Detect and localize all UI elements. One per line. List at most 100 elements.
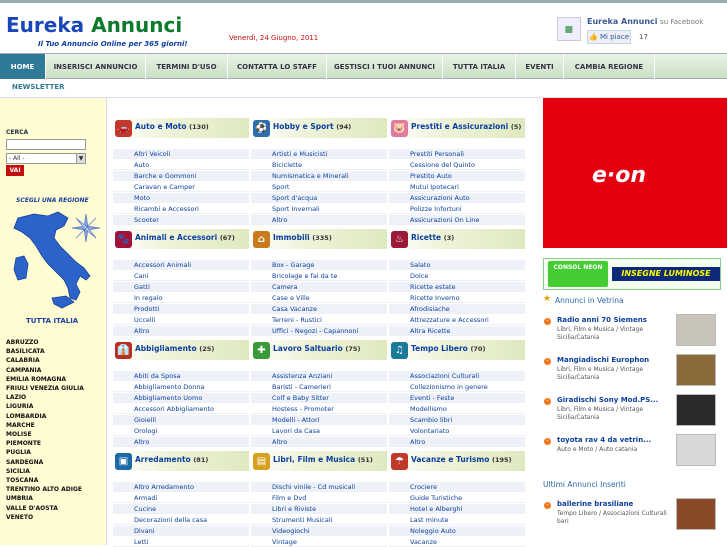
category-title[interactable]: Abbigliamento (25) <box>135 344 214 353</box>
region-link[interactable]: LIGURIA <box>6 403 33 410</box>
subcategory-link[interactable]: Moto <box>113 193 249 203</box>
subcategory-link[interactable]: Modelli - Attori <box>251 415 387 425</box>
subcategory-link[interactable]: Gatti <box>113 282 249 292</box>
vetrina-item-title[interactable]: Giradischi Sony Mod.PS... <box>557 396 658 404</box>
nav-inserisci-annuncio[interactable]: INSERISCI ANNUNCIO <box>46 54 146 80</box>
ultimi-item-title[interactable]: balleri​ne brasiliane <box>557 500 633 508</box>
subcategory-link[interactable]: In regalo <box>113 293 249 303</box>
subcategory-link[interactable]: Altro <box>251 437 387 447</box>
subcategory-link[interactable]: Artisti e Musicisti <box>251 149 387 159</box>
subcategory-link[interactable]: Terreni - Rustici <box>251 315 387 325</box>
category-title[interactable]: Arredamento (81) <box>135 455 208 464</box>
category-title[interactable]: Libri, Film e Musica (51) <box>273 455 373 464</box>
subcategory-link[interactable]: Casa Vacanze <box>251 304 387 314</box>
subcategory-link[interactable]: Abbigliamento Uomo <box>113 393 249 403</box>
nav-eventi[interactable]: EVENTI <box>516 54 564 80</box>
region-link[interactable]: UMBRIA <box>6 495 33 502</box>
category-select[interactable]: - All - ▼ <box>6 153 86 164</box>
subcategory-link[interactable]: Camera <box>251 282 387 292</box>
subcategory-link[interactable]: Scambio libri <box>389 415 525 425</box>
subcategory-link[interactable]: Crociere <box>389 482 525 492</box>
subcategory-link[interactable]: Biciclette <box>251 160 387 170</box>
eon-advertisement[interactable]: e·on <box>543 98 727 248</box>
subcategory-link[interactable]: Scooter <box>113 215 249 225</box>
tutta-italia-link[interactable]: TUTTA ITALIA <box>26 317 78 325</box>
subcategory-link[interactable]: Bricolage e fai da te <box>251 271 387 281</box>
category-title[interactable]: Ricette (3) <box>411 233 454 242</box>
region-link[interactable]: LAZIO <box>6 394 26 401</box>
ultimi-item[interactable]: › balleri​ne brasiliane Tempo Libero / Ass… <box>541 498 727 538</box>
category-header[interactable]: 🐾 Animali e Accessori (67) <box>113 229 249 249</box>
subcategory-link[interactable]: Salato <box>389 260 525 270</box>
vetrina-item[interactable]: › Radio anni 70 Siemens Libri, Film e Musi… <box>541 314 727 354</box>
subcategory-link[interactable]: Altro Arredamento <box>113 482 249 492</box>
subcategory-link[interactable]: Abiti da Sposa <box>113 371 249 381</box>
category-header[interactable]: ⚽ Hobby e Sport (94) <box>251 118 387 138</box>
subcategory-link[interactable]: Prestiti Personali <box>389 149 525 159</box>
subcategory-link[interactable]: Letti <box>113 537 249 547</box>
subcategory-link[interactable]: Prodotti <box>113 304 249 314</box>
italy-map[interactable] <box>4 206 102 312</box>
vetrina-item[interactable]: › Giradischi Sony Mod.PS... Libri, Film e … <box>541 394 727 434</box>
category-header[interactable]: 👔 Abbigliamento (25) <box>113 340 249 360</box>
ultimi-item-thumbnail[interactable] <box>676 498 716 530</box>
insegne-advertisement[interactable]: CONSOL NEON INSEGNE LUMINOSE <box>543 258 721 290</box>
subcategory-link[interactable]: Hostess - Promoter <box>251 404 387 414</box>
category-header[interactable]: ✚ Lavoro Saltuario (75) <box>251 340 387 360</box>
category-header[interactable]: 🐷 Prestiti e Assicurazioni (5) <box>389 118 525 138</box>
subcategory-link[interactable]: Ricette estate <box>389 282 525 292</box>
subcategory-link[interactable]: Auto <box>113 160 249 170</box>
subcategory-link[interactable]: Noleggio Auto <box>389 526 525 536</box>
subcategory-link[interactable]: Vacanze <box>389 537 525 547</box>
subcategory-link[interactable]: Altra Ricette <box>389 326 525 336</box>
subcategory-link[interactable]: Guide Turistiche <box>389 493 525 503</box>
nav-contatta-staff[interactable]: CONTATTA LO STAFF <box>228 54 327 80</box>
category-title[interactable]: Tempo Libero (70) <box>411 344 485 353</box>
vetrina-item-title[interactable]: toyota rav 4 da vetrin... <box>557 436 651 444</box>
subcategory-link[interactable]: Film e Dvd <box>251 493 387 503</box>
subcategory-link[interactable]: Strumenti Musicali <box>251 515 387 525</box>
search-button[interactable]: VAI <box>6 165 24 176</box>
facebook-page-icon[interactable]: ▪ <box>557 17 581 41</box>
subcategory-link[interactable]: Divani <box>113 526 249 536</box>
subcategory-link[interactable]: Ricette Inverno <box>389 293 525 303</box>
subcategory-link[interactable]: Uffici - Negozi - Capannoni <box>251 326 387 336</box>
category-title[interactable]: Immobili (335) <box>273 233 332 242</box>
subcategory-link[interactable]: Dischi vinile - Cd musicali <box>251 482 387 492</box>
facebook-page-link[interactable]: Eureka Annunci <box>587 17 658 26</box>
subcategory-link[interactable]: Videogiochi <box>251 526 387 536</box>
subcategory-link[interactable]: Collezionismo in genere <box>389 382 525 392</box>
region-link[interactable]: EMILIA ROMAGNA <box>6 376 66 383</box>
category-title[interactable]: Prestiti e Assicurazioni (5) <box>411 122 521 131</box>
subcategory-link[interactable]: Dolce <box>389 271 525 281</box>
category-header[interactable]: ♫ Tempo Libero (70) <box>389 340 525 360</box>
subcategory-link[interactable]: Altro <box>251 215 387 225</box>
subcategory-link[interactable]: Altro <box>389 437 525 447</box>
subcategory-link[interactable]: Associazioni Culturali <box>389 371 525 381</box>
region-link[interactable]: PUGLIA <box>6 449 31 456</box>
subcategory-link[interactable]: Ricambi e Accessori <box>113 204 249 214</box>
subcategory-link[interactable]: Cani <box>113 271 249 281</box>
category-title[interactable]: Animali e Accessori (67) <box>135 233 235 242</box>
vetrina-item-title[interactable]: Mangiadischi Europhon <box>557 356 649 364</box>
subcategory-link[interactable]: Numismatica e Minerali <box>251 171 387 181</box>
region-link[interactable]: CALABRIA <box>6 357 40 364</box>
nav-newsletter[interactable]: NEWSLETTER <box>12 83 65 91</box>
subcategory-link[interactable]: Sport Invernali <box>251 204 387 214</box>
subcategory-link[interactable]: Altri Veicoli <box>113 149 249 159</box>
subcategory-link[interactable]: Cucine <box>113 504 249 514</box>
subcategory-link[interactable]: Baristi - Camerieri <box>251 382 387 392</box>
vetrina-item-thumbnail[interactable] <box>676 354 716 386</box>
category-title[interactable]: Auto e Moto (130) <box>135 122 209 131</box>
category-title[interactable]: Lavoro Saltuario (75) <box>273 344 360 353</box>
facebook-like-button[interactable]: 👍 Mi piace <box>587 30 631 44</box>
subcategory-link[interactable]: Box - Garage <box>251 260 387 270</box>
subcategory-link[interactable]: Orologi <box>113 426 249 436</box>
category-header[interactable]: ☂ Vacanze e Turismo (195) <box>389 451 525 471</box>
category-header[interactable]: ▣ Arredamento (81) <box>113 451 249 471</box>
nav-tutta-italia[interactable]: TUTTA ITALIA <box>443 54 516 80</box>
subcategory-link[interactable]: Mutui Ipotecari <box>389 182 525 192</box>
category-header[interactable]: 🚗 Auto e Moto (130) <box>113 118 249 138</box>
subcategory-link[interactable]: Uccelli <box>113 315 249 325</box>
vetrina-item[interactable]: › Mangiadischi Europhon Libri, Film e Musi… <box>541 354 727 394</box>
